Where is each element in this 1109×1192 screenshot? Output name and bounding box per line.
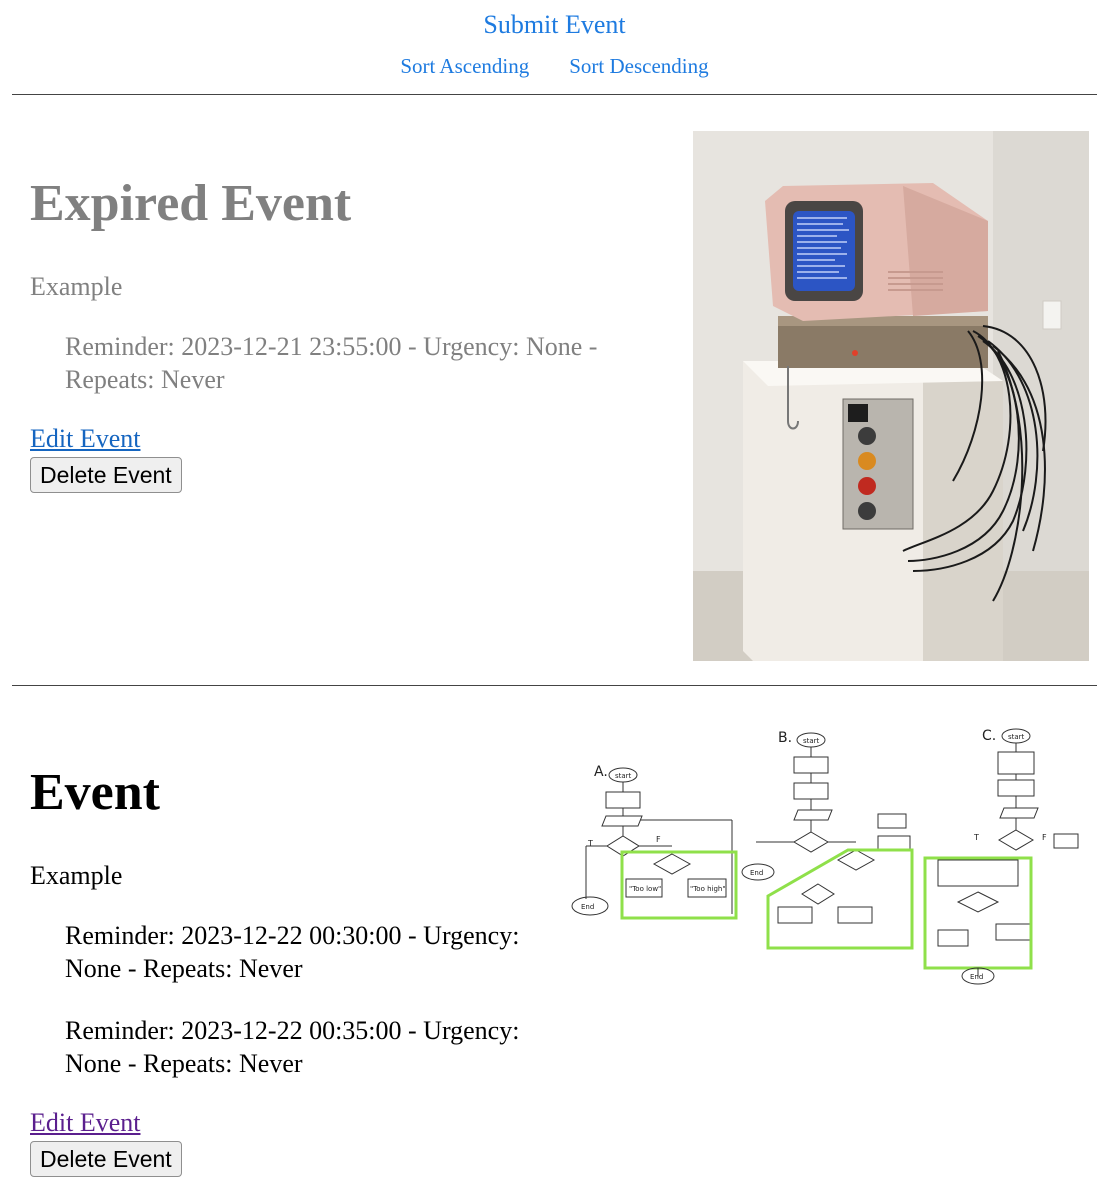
event-description: Example: [30, 861, 123, 891]
svg-text:F: F: [656, 835, 661, 844]
svg-text:"Too low": "Too low": [629, 885, 661, 893]
reminder-list: Reminder: 2023-12-22 00:30:00 - Urgency:…: [30, 919, 570, 1080]
reminder-item: Reminder: 2023-12-21 23:55:00 - Urgency:…: [65, 332, 598, 395]
reminder-item: Reminder: 2023-12-22 00:35:00 - Urgency:…: [65, 1016, 520, 1079]
panel-b-label: B.: [778, 730, 792, 746]
flowchart-diagram: A. start T F End "Too low" "Too high" B.…: [571, 728, 1079, 985]
retro-computer-photo: [693, 131, 1089, 661]
sort-ascending-link[interactable]: Sort Ascending: [400, 54, 529, 79]
event-card: Event Example Reminder: 2023-12-22 00:30…: [0, 686, 1109, 1184]
svg-text:"Too high": "Too high": [690, 885, 726, 893]
submit-event-link[interactable]: Submit Event: [483, 10, 625, 40]
svg-text:F: F: [1042, 833, 1047, 842]
svg-text:End: End: [750, 869, 763, 877]
event-description: Example: [30, 272, 123, 302]
event-title: Event: [30, 764, 160, 821]
svg-text:start: start: [1008, 733, 1025, 741]
reminder-list: Reminder: 2023-12-21 23:55:00 - Urgency:…: [30, 330, 650, 396]
delete-event-button[interactable]: Delete Event: [30, 1141, 182, 1178]
flowchart-image: A. start T F End "Too low" "Too high" B.…: [566, 724, 1096, 999]
delete-event-button[interactable]: Delete Event: [30, 457, 182, 494]
panel-c-label: C.: [982, 728, 996, 744]
event-details: Event Example Reminder: 2023-12-22 00:30…: [30, 764, 570, 1178]
svg-text:start: start: [615, 772, 632, 780]
sort-controls: Sort Ascending Sort Descending: [0, 54, 1109, 79]
edit-event-link[interactable]: Edit Event: [30, 424, 140, 454]
event-title: Expired Event: [30, 175, 352, 232]
panel-a-label: A.: [594, 764, 608, 780]
reminder-item: Reminder: 2023-12-22 00:30:00 - Urgency:…: [65, 921, 520, 984]
edit-event-link[interactable]: Edit Event: [30, 1108, 140, 1138]
svg-text:End: End: [970, 973, 983, 981]
svg-text:T: T: [587, 839, 593, 848]
svg-text:T: T: [973, 833, 979, 842]
event-card-expired: Expired Event Example Reminder: 2023-12-…: [0, 95, 1109, 685]
top-nav: Submit Event Sort Ascending Sort Descend…: [0, 0, 1109, 79]
sort-descending-link[interactable]: Sort Descending: [569, 54, 708, 79]
event-photo: [693, 131, 1089, 661]
svg-text:End: End: [581, 903, 594, 911]
svg-text:start: start: [803, 737, 820, 745]
event-details: Expired Event Example Reminder: 2023-12-…: [30, 175, 650, 494]
